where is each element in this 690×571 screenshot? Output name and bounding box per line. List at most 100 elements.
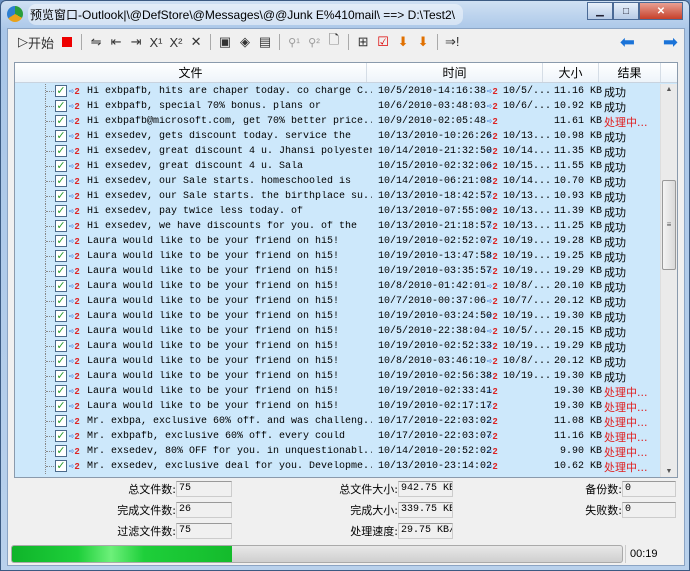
row-checkbox[interactable]: ✓ [55, 235, 67, 247]
table-row[interactable]: ✓ ➪2 Laura would like to be your friend on… [15, 234, 660, 249]
table-row[interactable]: ✓ ➪2 Mr. exbpa, exclusive 60% off. and was… [15, 414, 660, 429]
table-row[interactable]: ✓ ➪2 Laura would like to be your friend on… [15, 369, 660, 384]
export-unchecked-button[interactable]: ⬇ [414, 32, 432, 52]
row-checkbox[interactable]: ✓ [55, 430, 67, 442]
row-time: 10/19/2010-13:47:58 [378, 251, 493, 262]
clear-button[interactable]: ✕ [187, 32, 205, 52]
x2-button[interactable]: X² [167, 32, 185, 52]
mail-icon: ➪2 [487, 191, 498, 202]
table-row[interactable]: ✓ ➪2 Laura would like to be your friend on… [15, 399, 660, 414]
row-checkbox[interactable]: ✓ [55, 355, 67, 367]
mail-icon: ➪2 [487, 221, 498, 232]
table-row[interactable]: ✓ ➪2 Mr. exbpafb, exclusive 60% off. every… [15, 429, 660, 444]
table-row[interactable]: ✓ ➪2 Hi exbpafb, special 70% bonus. plans … [15, 99, 660, 114]
row-checkbox[interactable]: ✓ [55, 100, 67, 112]
main-window: 预览窗口-Outlook|\@DefStore\@Messages\@@Junk… [0, 0, 690, 571]
table-row[interactable]: ✓ ➪2 Laura would like to be your friend on… [15, 294, 660, 309]
close-button[interactable]: ✕ [639, 2, 683, 20]
table-row[interactable]: ✓ ➪2 Laura would like to be your friend on… [15, 324, 660, 339]
table-row[interactable]: ✓ ➪2 Mr. exsedev, 80% OFF for you. in unqu… [15, 444, 660, 459]
row-checkbox[interactable]: ✓ [55, 175, 67, 187]
preview-button-1[interactable]: ▣ [216, 32, 234, 52]
stop-button[interactable] [58, 32, 76, 52]
table-row[interactable]: ✓ ➪2 Mr. exsedev, exclusive deal for you. … [15, 459, 660, 474]
scroll-down-icon[interactable]: ▼ [661, 468, 677, 475]
row-checkbox[interactable]: ✓ [55, 400, 67, 412]
row-checkbox[interactable]: ✓ [55, 265, 67, 277]
scroll-thumb[interactable]: ≡ [662, 180, 676, 270]
row-checkbox[interactable]: ✓ [55, 445, 67, 457]
row-checkbox[interactable]: ✓ [55, 280, 67, 292]
vertical-scrollbar[interactable]: ▲ ≡ ▼ [660, 84, 677, 477]
row-checkbox[interactable]: ✓ [55, 250, 67, 262]
row-checkbox[interactable]: ✓ [55, 190, 67, 202]
table-row[interactable]: ✓ ➪2 Laura would like to be your friend on… [15, 339, 660, 354]
search2-button[interactable]: ⚲² [305, 32, 323, 52]
table-row[interactable]: ✓ ➪2 Hi exbpafb, hits are chaper today. co… [15, 84, 660, 99]
scroll-up-icon[interactable]: ▲ [661, 86, 677, 93]
find-button[interactable]: 🗋 [325, 32, 343, 52]
table-row[interactable]: ✓ ➪2 Hi exsedev, gets discount today. serv… [15, 129, 660, 144]
row-checkbox[interactable]: ✓ [55, 115, 67, 127]
table-row[interactable]: ✓ ➪2 Laura would like to be your friend on… [15, 384, 660, 399]
table-row[interactable]: ✓ ➪2 Laura would like to be your friend on… [15, 279, 660, 294]
table-row[interactable]: ✓ ➪2 Laura would like to be your friend on… [15, 249, 660, 264]
total-size-label: 总文件大小: [339, 482, 398, 496]
tree-button[interactable]: ⊞ [354, 32, 372, 52]
row-checkbox[interactable]: ✓ [55, 325, 67, 337]
table-row[interactable]: ✓ ➪2 Hi exsedev, pay twice less today. of 1… [15, 204, 660, 219]
search1-button[interactable]: ⚲¹ [285, 32, 303, 52]
row-size: 20.12 KB [553, 296, 602, 307]
row-checkbox[interactable]: ✓ [55, 160, 67, 172]
export-checked-button[interactable]: ⬇ [394, 32, 412, 52]
row-checkbox[interactable]: ✓ [55, 385, 67, 397]
x1-button[interactable]: X¹ [147, 32, 165, 52]
table-row[interactable]: ✓ ➪2 Hi exsedev, our Sale starts. homescho… [15, 174, 660, 189]
row-checkbox[interactable]: ✓ [55, 460, 67, 472]
table-row[interactable]: ✓ ➪2 Hi exsedev, great discount 4 u. Sala 1… [15, 159, 660, 174]
column-result[interactable]: 结果 [599, 63, 661, 82]
next-button[interactable]: ⇥ [127, 32, 145, 52]
tree-line [45, 324, 55, 339]
maximize-button[interactable]: □ [613, 2, 639, 20]
table-row[interactable]: ✓ ➪2 Laura would like to be your friend on… [15, 309, 660, 324]
row-checkbox[interactable]: ✓ [55, 205, 67, 217]
tree-line [45, 249, 55, 264]
table-row[interactable]: ✓ ➪2 Hi exbpafb@microsoft.com, get 70% bet… [15, 114, 660, 129]
table-row[interactable]: ✓ ➪2 Hi exsedev, our Sale starts. the birt… [15, 189, 660, 204]
column-file[interactable]: 文件 [15, 63, 367, 82]
back-arrow-icon[interactable]: ⬅ [620, 32, 635, 53]
row-checkbox[interactable]: ✓ [55, 220, 67, 232]
table-row[interactable]: ✓ ➪2 Laura would like to be your friend on… [15, 354, 660, 369]
prev-button[interactable]: ⇤ [107, 32, 125, 52]
minimize-button[interactable]: ▁ [587, 2, 613, 20]
table-row[interactable]: ✓ ➪2 Laura would like to be your friend on… [15, 264, 660, 279]
filter-button[interactable]: ⇋ [87, 32, 105, 52]
row-checkbox[interactable]: ✓ [55, 340, 67, 352]
title-bar[interactable]: 预览窗口-Outlook|\@DefStore\@Messages\@@Junk… [1, 1, 689, 27]
table-row[interactable]: ✓ ➪2 Hi exsedev, we have discounts for you… [15, 219, 660, 234]
column-size[interactable]: 大小 [543, 63, 599, 82]
forward-arrow-icon[interactable]: ➡ [663, 32, 678, 53]
mail-icon: ➪2 [487, 296, 498, 307]
mail-icon: ➪2 [487, 131, 498, 142]
select-all-button[interactable]: ☑ [374, 32, 392, 52]
column-time[interactable]: 时间 [367, 63, 543, 82]
row-size: 20.10 KB [553, 281, 602, 292]
row-subject: Laura would like to be your friend on hi… [87, 386, 340, 397]
row-checkbox[interactable]: ✓ [55, 295, 67, 307]
row-checkbox[interactable]: ✓ [55, 130, 67, 142]
preview-button-3[interactable]: ▤ [256, 32, 274, 52]
preview-button-2[interactable]: ◈ [236, 32, 254, 52]
row-checkbox[interactable]: ✓ [55, 415, 67, 427]
list-rows: ✓ ➪2 Hi exbpafb, hits are chaper today. co… [15, 84, 660, 477]
run-button[interactable]: ⇒! [443, 32, 462, 52]
row-checkbox[interactable]: ✓ [55, 310, 67, 322]
table-row[interactable]: ✓ ➪2 Hi exsedev, great discount 4 u. Jhans… [15, 144, 660, 159]
mail-icon: ➪2 [487, 386, 498, 397]
row-checkbox[interactable]: ✓ [55, 370, 67, 382]
row-checkbox[interactable]: ✓ [55, 85, 67, 97]
row-checkbox[interactable]: ✓ [55, 145, 67, 157]
row-time: 10/19/2010-02:52:07 [378, 236, 493, 247]
start-button[interactable]: ▷ 开始 [16, 32, 56, 52]
